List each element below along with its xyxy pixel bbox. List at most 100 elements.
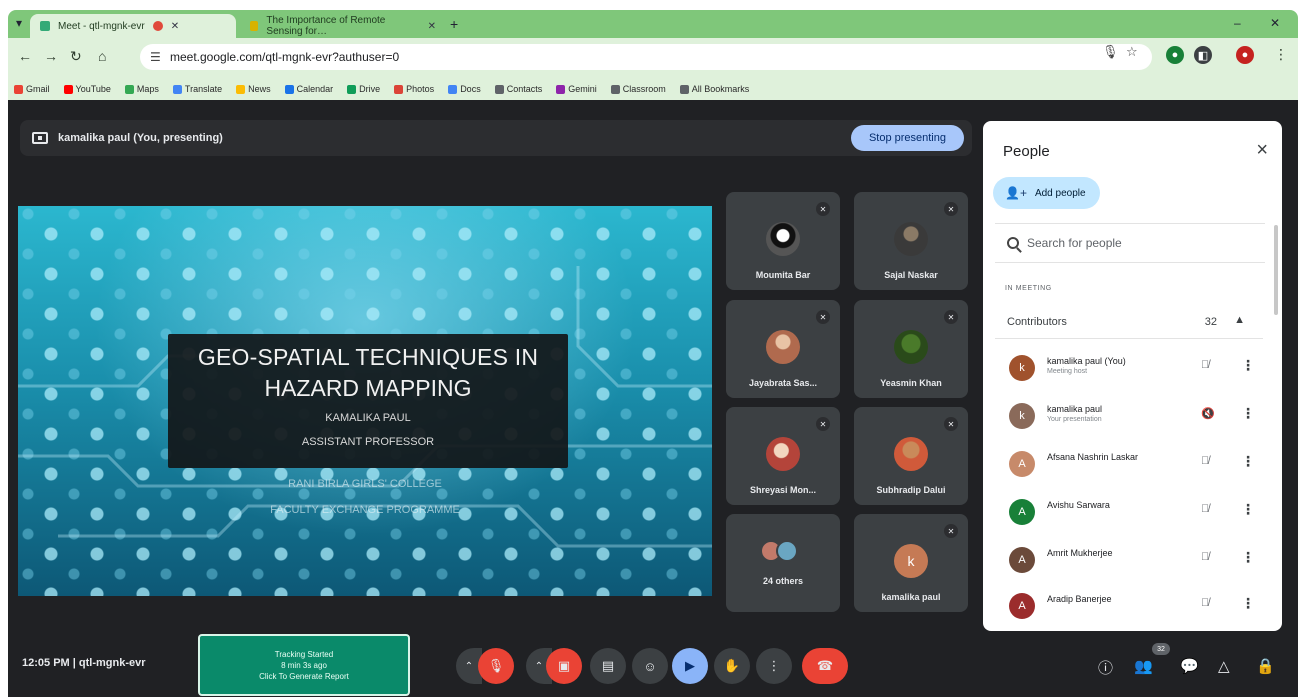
participant-row[interactable]: k kamalika paul Your presentation 🔇 ⋮ bbox=[995, 393, 1263, 439]
mic-off-icon: ✕ bbox=[816, 202, 830, 216]
search-people-input[interactable]: Search for people bbox=[995, 223, 1265, 263]
reactions-button[interactable]: ☺ bbox=[632, 648, 668, 684]
participant-tile[interactable]: ✕ Moumita Bar bbox=[726, 192, 840, 290]
bookmark-item[interactable]: Contacts bbox=[494, 84, 542, 94]
tab-meet[interactable]: Meet - qtl-mgnk-evr ✕ bbox=[30, 14, 236, 38]
bookmarks-bar: Gmail YouTube Maps Translate News Calend… bbox=[8, 78, 1298, 100]
bookmark-item[interactable]: Maps bbox=[124, 84, 159, 94]
people-count-badge: 32 bbox=[1152, 643, 1170, 655]
profile-avatar-icon[interactable]: ● bbox=[1236, 46, 1254, 64]
stop-presenting-button[interactable]: Stop presenting bbox=[850, 125, 964, 151]
participant-tile[interactable]: ✕ Yeasmin Khan bbox=[854, 300, 968, 398]
bookmark-item[interactable]: Photos bbox=[394, 84, 434, 94]
contributors-group[interactable]: Contributors 32 ▲ bbox=[995, 305, 1263, 339]
more-options-icon[interactable]: ⋮ bbox=[1241, 357, 1255, 374]
participant-name: kamalika paul bbox=[881, 592, 941, 602]
mic-off-icon[interactable]: 🎙̸ bbox=[1201, 551, 1209, 563]
bookmark-item[interactable]: Drive bbox=[347, 84, 380, 94]
in-meeting-label: IN MEETING bbox=[1005, 285, 1052, 292]
avatar bbox=[766, 222, 800, 256]
bookmark-item[interactable]: News bbox=[236, 84, 271, 94]
bookmark-item[interactable]: Gemini bbox=[556, 84, 597, 94]
close-window-icon[interactable]: ✕ bbox=[1270, 16, 1280, 30]
address-bar[interactable]: ☰ meet.google.com/qtl-mgnk-evr?authuser=… bbox=[140, 44, 1152, 70]
participant-name: Subhradip Dalui bbox=[876, 485, 946, 495]
tab-search-icon[interactable]: ▾ bbox=[16, 16, 22, 30]
participant-tile[interactable]: ✕ Sajal Naskar bbox=[854, 192, 968, 290]
site-info-icon[interactable]: ☰ bbox=[150, 50, 161, 64]
activities-icon[interactable]: △ bbox=[1218, 657, 1230, 675]
participant-row[interactable]: A Avishu Sarwara 🎙̸ ⋮ bbox=[995, 489, 1263, 535]
more-options-icon[interactable]: ⋮ bbox=[1241, 595, 1255, 612]
more-options-icon[interactable]: ⋮ bbox=[1241, 405, 1255, 422]
participant-row[interactable]: k kamalika paul (You) Meeting host 🎙̸ ⋮ bbox=[995, 345, 1263, 391]
back-icon[interactable]: ← bbox=[18, 48, 32, 64]
sound-off-icon[interactable]: 🔇 bbox=[1201, 407, 1215, 420]
browser-menu-icon[interactable]: ⋮ bbox=[1274, 46, 1288, 63]
participant-name: kamalika paul bbox=[1047, 404, 1103, 414]
participant-tile[interactable]: ✕ k kamalika paul bbox=[854, 514, 968, 612]
participant-role: Meeting host bbox=[1047, 368, 1088, 375]
slide-role: ASSISTANT PROFESSOR bbox=[301, 436, 435, 448]
more-options-icon[interactable]: ⋮ bbox=[1241, 501, 1255, 518]
close-tab-icon[interactable]: ✕ bbox=[171, 21, 179, 32]
mic-off-icon[interactable]: 🎙̸ bbox=[1201, 503, 1209, 515]
mic-toggle-button[interactable]: 🎙 bbox=[478, 648, 514, 684]
mic-off-icon[interactable]: 🎙̸ bbox=[1201, 359, 1209, 371]
more-options-icon[interactable]: ⋮ bbox=[1241, 453, 1255, 470]
minimize-window-icon[interactable]: – bbox=[1234, 16, 1241, 30]
avatar: A bbox=[1009, 451, 1035, 477]
mic-off-icon[interactable]: 🎙̸ bbox=[1201, 597, 1209, 609]
leave-call-button[interactable]: ☎ bbox=[802, 648, 848, 684]
bookmark-item[interactable]: Classroom bbox=[610, 84, 666, 94]
participant-tile[interactable]: ✕ Subhradip Dalui bbox=[854, 407, 968, 505]
more-options-button[interactable]: ⋮ bbox=[756, 648, 792, 684]
mic-off-icon[interactable]: 🎙̸ bbox=[1201, 455, 1209, 467]
forward-icon[interactable]: → bbox=[44, 48, 58, 64]
group-label: Contributors bbox=[1007, 316, 1067, 328]
reload-icon[interactable]: ↻ bbox=[70, 48, 82, 65]
captions-button[interactable]: ▤ bbox=[590, 648, 626, 684]
raise-hand-button[interactable]: ✋ bbox=[714, 648, 750, 684]
people-icon[interactable]: 👥 bbox=[1134, 657, 1153, 675]
others-avatars bbox=[760, 540, 808, 562]
bookmark-item[interactable]: YouTube bbox=[63, 84, 111, 94]
more-options-icon[interactable]: ⋮ bbox=[1241, 549, 1255, 566]
add-people-button[interactable]: 👤+ Add people bbox=[993, 177, 1100, 209]
all-bookmarks[interactable]: All Bookmarks bbox=[679, 84, 749, 94]
mic-off-icon: ✕ bbox=[816, 417, 830, 431]
participant-name: Yeasmin Khan bbox=[880, 378, 942, 388]
present-screen-button[interactable]: ▶ bbox=[672, 648, 708, 684]
bookmark-item[interactable]: Docs bbox=[448, 84, 481, 94]
recording-indicator-icon bbox=[152, 21, 163, 31]
attendance-tracker-button[interactable]: Tracking Started 8 min 3s ago Click To G… bbox=[198, 634, 410, 696]
close-tab-icon[interactable]: ✕ bbox=[428, 21, 436, 32]
panel-scrollbar[interactable] bbox=[1274, 225, 1278, 315]
camera-toggle-button[interactable]: ▣ bbox=[546, 648, 582, 684]
close-panel-icon[interactable]: × bbox=[1256, 139, 1268, 162]
tab-article[interactable]: The Importance of Remote Sensing for… ✕ bbox=[240, 14, 446, 38]
slide-title-line1: GEO-SPATIAL TECHNIQUES IN bbox=[197, 344, 539, 370]
search-placeholder: Search for people bbox=[1027, 236, 1122, 250]
participant-row[interactable]: A Amrit Mukherjee 🎙̸ ⋮ bbox=[995, 537, 1263, 583]
new-tab-icon[interactable]: + bbox=[450, 16, 458, 32]
participant-row[interactable]: A Aradip Banerjee 🎙̸ ⋮ bbox=[995, 583, 1263, 629]
chat-icon[interactable]: 💬 bbox=[1180, 657, 1199, 675]
chevron-up-icon[interactable]: ▲ bbox=[1234, 314, 1245, 326]
bookmark-item[interactable]: Translate bbox=[172, 84, 222, 94]
microphone-icon[interactable]: 🎙 bbox=[1102, 44, 1119, 60]
meeting-time: 12:05 PM bbox=[22, 657, 70, 669]
others-tile[interactable]: 24 others bbox=[726, 514, 840, 612]
host-controls-icon[interactable]: 🔒 bbox=[1256, 657, 1275, 675]
bookmark-item[interactable]: Gmail bbox=[14, 84, 50, 94]
home-icon[interactable]: ⌂ bbox=[98, 48, 106, 64]
participant-tile[interactable]: ✕ Jayabrata Sas... bbox=[726, 300, 840, 398]
participant-tile[interactable]: ✕ Shreyasi Mon... bbox=[726, 407, 840, 505]
meeting-details-icon[interactable]: ⓘ bbox=[1098, 657, 1113, 678]
bookmark-item[interactable]: Calendar bbox=[284, 84, 333, 94]
participant-row[interactable]: A Afsana Nashrin Laskar 🎙̸ ⋮ bbox=[995, 441, 1263, 487]
mic-off-icon: ✕ bbox=[944, 310, 958, 324]
extension-icon[interactable]: ● bbox=[1166, 46, 1184, 64]
bookmark-star-icon[interactable]: ☆ bbox=[1126, 44, 1138, 60]
extensions-puzzle-icon[interactable]: ◧ bbox=[1194, 46, 1212, 64]
